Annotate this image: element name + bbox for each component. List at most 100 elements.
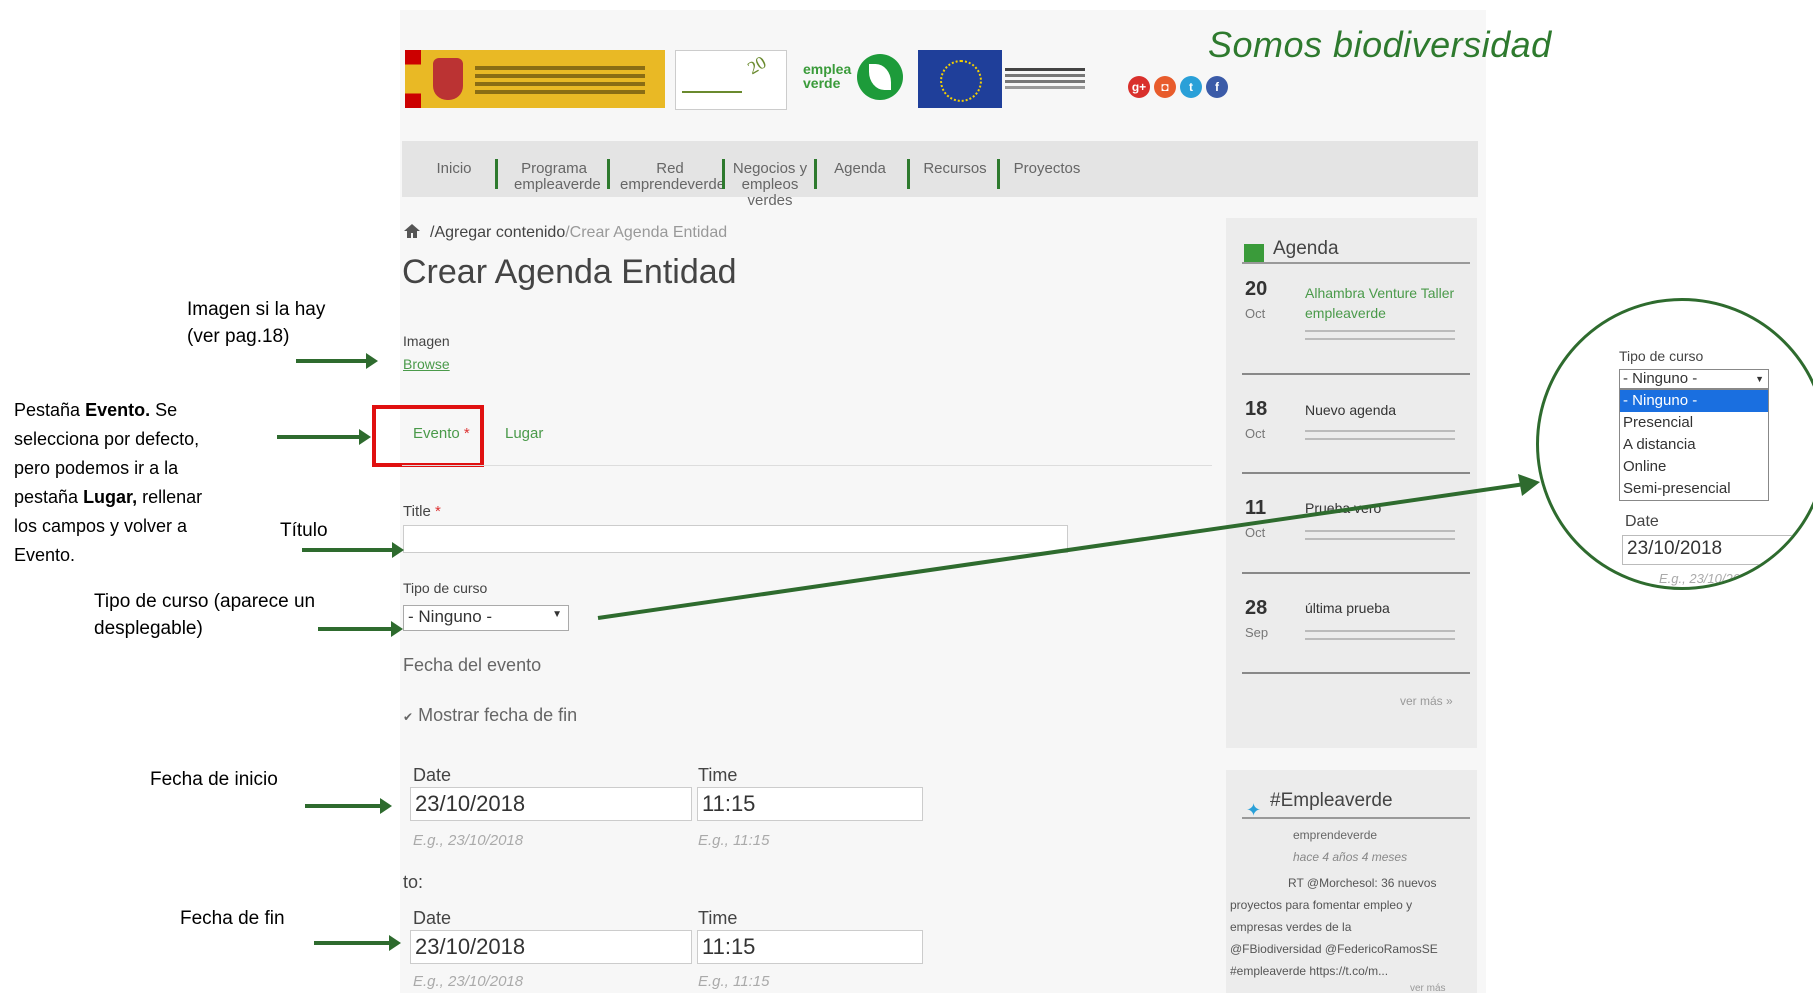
nav-separator [607,159,610,189]
image-label: Imagen [403,333,450,349]
start-date-hint: E.g., 23/10/2018 [413,832,524,849]
event-month: Oct [1245,306,1266,321]
tab-divider [402,465,1212,466]
instagram-icon[interactable]: ◘ [1154,76,1176,98]
main-navigation: Inicio Programa empleaverde Red emprende… [402,141,1478,209]
event-date-label: Fecha del evento [403,655,542,675]
start-time-label: Time [698,765,738,785]
nav-agenda[interactable]: Agenda [832,161,888,177]
annotation-imagen: Imagen si la hay (ver pag.18) [187,299,326,347]
end-time-label: Time [698,908,738,928]
nav-separator [495,159,498,189]
tweet-author[interactable]: emprendeverde [1293,828,1377,842]
tweet-more-link[interactable]: ver más [1410,983,1446,994]
nav-separator [722,159,725,189]
twitter-title-underline [1242,817,1470,819]
dropdown-option[interactable]: Semi-presencial [1620,478,1768,500]
nav-programa-empleaverde[interactable]: Programa empleaverde [514,161,601,193]
dropdown-option[interactable]: - Ninguno - [1620,390,1768,412]
annotation-arrow [296,353,378,369]
nav-separator [907,159,910,189]
end-time-input[interactable]: 11:15 [697,930,923,964]
nav-red-emprendeverde[interactable]: Red emprendeverde [620,161,725,193]
20-anos-logo: 20 [675,50,787,110]
course-type-label: Tipo de curso [403,580,488,596]
end-date-label: Date [413,908,452,928]
agenda-more-link[interactable]: ver más » [1400,694,1453,708]
course-type-select[interactable]: - Ninguno - ▼ [403,605,569,631]
breadcrumb-agregar-contenido[interactable]: Agregar contenido [434,224,565,241]
site-tagline: Somos biodiversidad [1208,24,1552,65]
event-meta [1305,330,1455,332]
breadcrumb: /Agregar contenido/Crear Agenda Entidad [430,224,727,242]
annotation-fecha-fin: Fecha de fin [180,908,285,929]
dropdown-option[interactable]: Presencial [1620,412,1768,434]
event-title[interactable]: Nuevo agenda [1305,402,1396,418]
programa-emplea-verde-logo: emplea verde [795,50,905,108]
zoom-callout: Tipo de curso - Ninguno - ▼ - Ninguno - P… [1536,298,1813,590]
start-time-hint: E.g., 11:15 [698,832,770,849]
agenda-title: Agenda [1273,238,1339,259]
show-end-date-checkbox[interactable]: ✔ Mostrar fecha de fin [403,705,577,726]
twitter-icon[interactable]: t [1180,76,1202,98]
annotation-arrow [302,542,404,558]
event-day: 18 [1245,398,1268,420]
zoom-course-select[interactable]: - Ninguno - ▼ [1619,369,1769,389]
event-month: Oct [1245,426,1266,441]
annotation-arrow [305,798,392,814]
facebook-icon[interactable]: f [1206,76,1228,98]
twitter-title: #Empleaverde [1270,790,1393,811]
nav-proyectos[interactable]: Proyectos [1012,161,1082,177]
end-date-hint: E.g., 23/10/2018 [413,973,524,990]
dropdown-arrow-icon: ▼ [552,609,562,620]
annotation-fecha-inicio: Fecha de inicio [150,769,278,790]
agenda-title-underline [1242,262,1470,264]
checkbox-icon[interactable]: ✔ [403,710,413,724]
google-plus-icon[interactable]: g+ [1128,76,1150,98]
event-title-link[interactable]: Alhambra Venture Taller empleaverde [1305,283,1465,323]
dropdown-option[interactable]: Online [1620,456,1768,478]
annotation-diagonal-arrow [597,474,1540,620]
start-date-input[interactable]: 23/10/2018 [410,787,692,821]
title-label: Title * [403,503,441,520]
start-time-input[interactable]: 11:15 [697,787,923,821]
end-time-hint: E.g., 11:15 [698,973,770,990]
nav-recursos[interactable]: Recursos [922,161,988,177]
dropdown-arrow-icon: ▼ [1755,374,1764,384]
tweet-time: hace 4 años 4 meses [1293,850,1408,864]
browse-button[interactable]: Browse [403,356,450,372]
zoom-dropdown-list: - Ninguno - Presencial A distancia Onlin… [1619,389,1769,501]
calendar-icon [1244,244,1264,262]
zoom-date-label: Date [1625,513,1659,530]
nav-inicio[interactable]: Inicio [434,161,474,177]
end-date-input[interactable]: 23/10/2018 [410,930,692,964]
event-divider [1242,672,1470,674]
event-meta [1305,430,1455,432]
zoom-course-type-label: Tipo de curso [1619,348,1704,364]
nav-negocios-empleos-verdes[interactable]: Negocios y empleos verdes [732,161,808,209]
event-divider [1242,373,1470,375]
tab-evento[interactable]: Evento * [413,425,470,442]
fondo-social-europeo-text [1005,50,1085,108]
gobierno-de-espana-logo [405,50,665,108]
annotation-arrow [318,621,403,637]
union-europea-logo [918,50,1002,108]
event-meta [1305,630,1455,632]
annotation-arrow [314,935,401,951]
tweet-text: RT @Morchesol: 36 nuevos proyectos para … [1230,876,1438,978]
start-date-label: Date [413,765,452,785]
zoom-date-hint: E.g., 23/10/2018 [1659,571,1755,586]
home-icon[interactable] [403,222,421,240]
to-label: to: [403,872,424,892]
annotation-tipo-curso: Tipo de curso (aparece un desplegable) [94,591,316,639]
annotation-titulo: Título [280,520,328,541]
annotation-arrow [277,429,371,445]
zoom-date-input[interactable]: 23/10/2018 [1622,535,1812,565]
tab-lugar[interactable]: Lugar [505,425,543,442]
annotation-evento: Pestaña Evento. Se selecciona por defect… [14,400,203,565]
dropdown-option[interactable]: A distancia [1620,434,1768,456]
nav-separator [814,159,817,189]
nav-separator [997,159,1000,189]
page-title: Crear Agenda Entidad [402,253,737,291]
event-day: 20 [1245,278,1268,300]
